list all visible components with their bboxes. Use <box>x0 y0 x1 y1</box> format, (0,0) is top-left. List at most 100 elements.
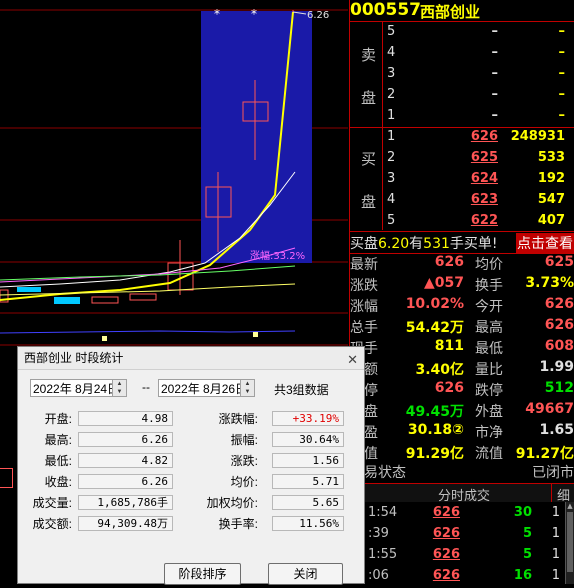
field-value: 30.64% <box>272 432 344 447</box>
tick-price: 626 <box>432 568 460 583</box>
field-value: 4.82 <box>78 453 173 468</box>
order-price: 622 <box>470 213 498 228</box>
stat-row: 涨幅 10.02% 今开 626 <box>350 296 574 316</box>
dialog-titlebar[interactable]: 西部创业 时段统计 ✕ <box>18 347 364 370</box>
start-date-picker[interactable]: 2022年 8月24日 ▲ ▼ <box>30 379 127 397</box>
tick-volume: 5 <box>522 547 532 562</box>
vdiv <box>551 484 552 502</box>
view-details-link[interactable]: 点击查看 <box>516 233 574 253</box>
stat-label: 最新 <box>350 257 378 273</box>
spin-down-icon[interactable]: ▼ <box>241 388 254 396</box>
field-label: 加权均价: <box>206 496 258 510</box>
stat-value: 626 <box>544 296 574 312</box>
tick-count: 1 <box>551 547 560 562</box>
left-partial-box <box>0 468 13 488</box>
start-date-spinner[interactable]: ▲ ▼ <box>112 380 126 396</box>
scroll-up-icon[interactable]: ▲ <box>566 502 574 510</box>
stat-value: 512 <box>544 380 574 396</box>
order-price: 626 <box>470 129 498 144</box>
end-date-value: 2022年 8月26日 <box>161 382 248 396</box>
stat-value: 1.99 <box>539 359 574 375</box>
order-level: 3 <box>387 171 396 186</box>
order-row: 1 626 248931 <box>383 129 573 149</box>
stat-value: 626 <box>544 317 574 333</box>
big-order-banner: 买盘6.20有531手买单! 点击查看 <box>350 233 574 253</box>
scrollbar[interactable]: ▲ <box>565 502 574 584</box>
stat-value: 626 <box>434 254 464 270</box>
change-pct-label: 涨幅:33.2% <box>250 249 305 262</box>
tick-price: 626 <box>432 526 460 541</box>
stat-label: 今开 <box>475 299 503 315</box>
order-price: 623 <box>470 192 498 207</box>
field-value: 5.65 <box>272 495 344 510</box>
close-icon[interactable]: ✕ <box>347 349 358 371</box>
field-label: 换手率: <box>218 517 258 531</box>
order-row: 4 623 547 <box>383 192 573 212</box>
sell-char: 卖 <box>361 46 377 64</box>
order-price: 625 <box>470 150 498 165</box>
stat-label: 跌停 <box>475 383 503 399</box>
status-value: 已闭市 <box>532 465 574 481</box>
candlestick-chart[interactable]: * * 6.26 涨幅:33.2% <box>0 0 348 350</box>
order-level: 4 <box>387 45 396 60</box>
sell-side-label: 卖 盘 <box>353 24 377 124</box>
stat-value: 49667 <box>525 401 574 417</box>
stat-value: 30.18② <box>407 422 464 438</box>
tick-time: 1:55 <box>368 547 398 562</box>
spin-up-icon[interactable]: ▲ <box>241 380 254 388</box>
order-row: 2 – – <box>383 87 573 107</box>
candle <box>54 297 80 304</box>
dialog-title: 西部创业 时段统计 <box>24 351 124 365</box>
order-row: 5 622 407 <box>383 213 573 233</box>
field-label: 涨跌: <box>230 454 258 468</box>
tick-time: 1:54 <box>368 505 398 520</box>
banner-text: 买盘 <box>350 236 378 252</box>
order-level: 5 <box>387 24 396 39</box>
banner-text-3: 手买单! <box>449 236 498 252</box>
order-price: – <box>491 66 499 81</box>
order-row: 2 625 533 <box>383 150 573 170</box>
field-value: 5.71 <box>272 474 344 489</box>
period-stats-dialog: 西部创业 时段统计 ✕ 2022年 8月24日 ▲ ▼ -- 2022年 8月26… <box>17 346 365 585</box>
order-volume: – <box>558 87 566 102</box>
tick-price: 626 <box>432 547 460 562</box>
stat-row: 现手811最低608 <box>350 338 574 358</box>
stat-label: 量比 <box>475 362 503 378</box>
tick-time: :39 <box>368 526 389 541</box>
scroll-thumb[interactable] <box>567 512 573 572</box>
order-volume: 248931 <box>510 129 565 144</box>
stat-row: 总值91.29亿流值91.27亿 <box>350 443 574 463</box>
ma-line <box>0 330 296 334</box>
close-button[interactable]: 关闭 <box>268 563 343 585</box>
spin-up-icon[interactable]: ▲ <box>113 380 126 388</box>
stat-row: 总手 54.42万 最高 626 <box>350 317 574 337</box>
stat-label: 流值 <box>475 446 503 462</box>
order-row: 3 – – <box>383 66 573 86</box>
tick-row: :39 626 5 1 <box>350 526 564 546</box>
order-volume: 192 <box>537 171 565 186</box>
order-row: 1 – – <box>383 108 573 128</box>
field-label: 收盘: <box>44 475 72 489</box>
start-date-value: 2022年 8月24日 <box>33 382 120 396</box>
order-volume: 547 <box>537 192 565 207</box>
marker-star: * <box>214 7 220 21</box>
order-volume: – <box>558 108 566 123</box>
stage-rank-button[interactable]: 阶段排序 <box>164 563 241 585</box>
field-value: +33.19% <box>272 411 344 426</box>
order-level: 4 <box>387 192 396 207</box>
tick-row: 1:54 626 30 1 <box>350 505 564 525</box>
order-row: 4 – – <box>383 45 573 65</box>
order-price: – <box>491 108 499 123</box>
stat-row: 涨停626跌停512 <box>350 380 574 400</box>
tick-time: :06 <box>368 568 389 583</box>
end-date-spinner[interactable]: ▲ ▼ <box>240 380 254 396</box>
spin-down-icon[interactable]: ▼ <box>113 388 126 396</box>
tick-count: 1 <box>551 526 560 541</box>
stat-value: 608 <box>544 338 574 354</box>
order-price: – <box>491 24 499 39</box>
end-date-picker[interactable]: 2022年 8月26日 ▲ ▼ <box>158 379 255 397</box>
stock-header: 000557 西部创业 <box>350 0 574 21</box>
stat-label: 最低 <box>475 341 503 357</box>
marker-star: * <box>251 7 257 21</box>
stat-row: 金额3.40亿量比1.99 <box>350 359 574 379</box>
